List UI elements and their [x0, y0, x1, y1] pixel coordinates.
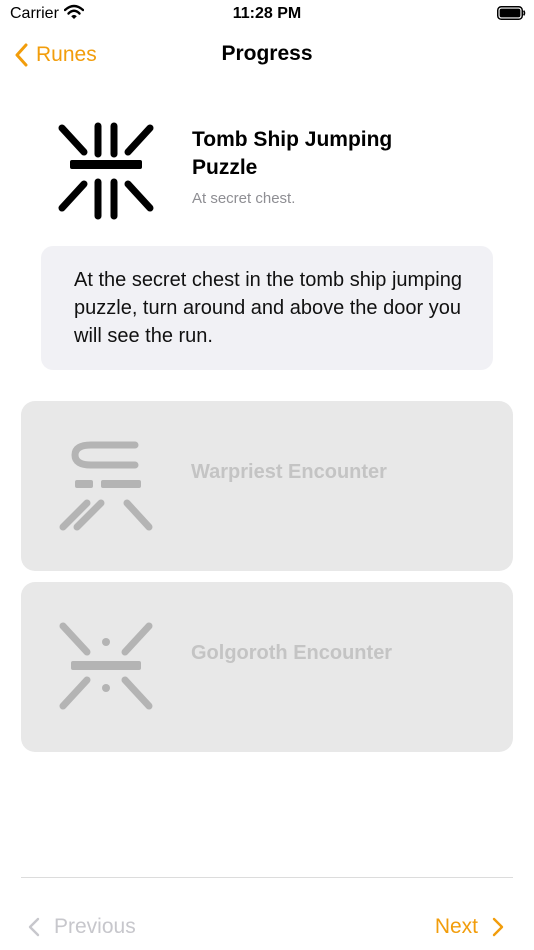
- encounter-label: Golgoroth Encounter: [191, 642, 393, 664]
- navigation-bar: Runes Progress: [0, 30, 534, 80]
- footer-divider: [21, 877, 513, 878]
- rune-subtitle: At secret chest.: [192, 190, 296, 207]
- battery-icon: [497, 6, 526, 20]
- status-bar: Carrier 11:28 PM: [0, 0, 534, 30]
- golgoroth-rune-icon: [59, 622, 153, 710]
- status-time: 11:28 PM: [232, 5, 302, 22]
- chevron-right-icon: [492, 917, 504, 937]
- description-text: At the secret chest in the tomb ship jum…: [74, 269, 462, 347]
- next-button[interactable]: Next: [435, 915, 504, 939]
- encounter-label: Warpriest Encounter: [191, 461, 387, 483]
- warpriest-rune-icon: [59, 441, 153, 531]
- description-card: At the secret chest in the tomb ship jum…: [41, 246, 493, 370]
- tomb-ship-rune-icon: [58, 122, 154, 220]
- rune-title: Tomb Ship Jumping Puzzle: [192, 128, 393, 179]
- previous-button-label: Previous: [54, 915, 136, 938]
- encounter-card-golgoroth[interactable]: Golgoroth Encounter: [21, 582, 513, 752]
- rune-header: Tomb Ship Jumping Puzzle At secret chest…: [56, 110, 486, 225]
- chevron-left-icon: [28, 917, 40, 937]
- previous-button[interactable]: Previous: [28, 915, 136, 939]
- page-title: Progress: [221, 42, 313, 65]
- encounter-card-warpriest[interactable]: Warpriest Encounter: [21, 401, 513, 571]
- next-button-label: Next: [434, 915, 478, 938]
